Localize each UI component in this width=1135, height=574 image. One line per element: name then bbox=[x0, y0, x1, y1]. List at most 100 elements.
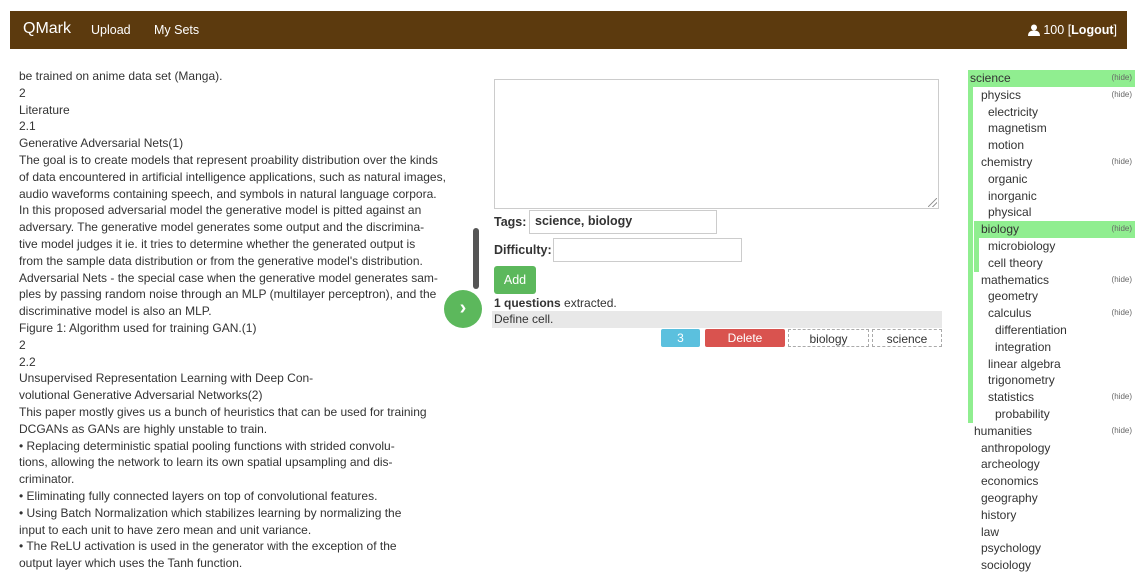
tree-item-label: physics bbox=[981, 87, 1022, 102]
tree-item-label: geography bbox=[981, 491, 1038, 505]
tree-item-law[interactable]: law bbox=[974, 524, 1135, 541]
tree-item-label: magnetism bbox=[988, 121, 1047, 136]
tree-item-humanities[interactable]: humanities (hide) bbox=[974, 423, 1135, 440]
document-line: criminator. bbox=[19, 472, 75, 487]
next-button[interactable]: › bbox=[444, 290, 482, 328]
tags-label: Tags: bbox=[494, 215, 527, 229]
tree-item-label: organic bbox=[988, 171, 1028, 186]
hide-toggle[interactable]: (hide) bbox=[1112, 154, 1132, 171]
tree-item-label: psychology bbox=[981, 541, 1042, 556]
tree-item-label: differentiation bbox=[995, 323, 1067, 337]
tree-item-label: motion bbox=[988, 138, 1025, 153]
document-line: tive model judges it ie. it tries to det… bbox=[19, 236, 416, 251]
tree-item-electricity[interactable]: electricity bbox=[974, 104, 1135, 121]
tree-item-biology[interactable]: biology (hide) bbox=[974, 221, 1135, 238]
tree-item-physical[interactable]: physical bbox=[974, 204, 1135, 221]
tree-item-economics[interactable]: economics bbox=[974, 473, 1135, 490]
tree-item-label: history bbox=[981, 507, 1017, 522]
logout-link[interactable]: Logout bbox=[1071, 23, 1113, 37]
tree-item-label: economics bbox=[981, 474, 1039, 489]
tree-item-linear-algebra[interactable]: linear algebra bbox=[974, 356, 1135, 373]
tag-science[interactable]: science bbox=[872, 329, 942, 347]
tree-item-label: statistics bbox=[988, 390, 1035, 405]
tree-item-label: physical bbox=[988, 205, 1032, 220]
tree-item-science[interactable]: science (hide) bbox=[968, 70, 1135, 87]
nav-upload-link[interactable]: Upload bbox=[91, 23, 131, 37]
document-line: • Eliminating fully connected layers on … bbox=[19, 488, 378, 503]
tree-item-differentiation[interactable]: differentiation bbox=[974, 322, 1135, 339]
question-textarea[interactable] bbox=[494, 79, 939, 209]
tree-item-label: inorganic bbox=[988, 188, 1037, 203]
tree-item-label: mathematics bbox=[981, 272, 1050, 287]
tree-item-chemistry[interactable]: chemistry (hide) bbox=[974, 154, 1135, 171]
document-line: be trained on anime data set (Manga). bbox=[19, 69, 223, 83]
tree-item-archeology[interactable]: archeology bbox=[974, 456, 1135, 473]
tree-item-physics[interactable]: physics (hide) bbox=[974, 87, 1135, 104]
hide-toggle[interactable]: (hide) bbox=[1112, 70, 1132, 87]
tree-item-history[interactable]: history bbox=[974, 507, 1135, 524]
nav-my-sets-link[interactable]: My Sets bbox=[154, 23, 199, 37]
tree-item-anthropology[interactable]: anthropology bbox=[974, 440, 1135, 457]
tree-item-label: science bbox=[970, 71, 1011, 85]
brand-link[interactable]: QMark bbox=[23, 20, 71, 38]
tag-biology[interactable]: biology bbox=[788, 329, 869, 347]
tree-item-label: chemistry bbox=[981, 155, 1033, 169]
user-points: 100 bbox=[1043, 23, 1065, 37]
document-line: In this proposed adversarial model the g… bbox=[19, 203, 422, 218]
document-line: audio waveforms containing speech, and s… bbox=[19, 186, 437, 201]
hide-toggle[interactable]: (hide) bbox=[1112, 272, 1132, 289]
user-info: 100 [Logout] bbox=[1028, 23, 1117, 39]
extracted-count: 1 questions bbox=[494, 296, 561, 310]
tree-item-psychology[interactable]: psychology bbox=[974, 540, 1135, 557]
difficulty-input[interactable] bbox=[553, 238, 742, 262]
difficulty-label: Difficulty: bbox=[494, 243, 552, 257]
tree-item-label: sociology bbox=[981, 558, 1032, 573]
hide-toggle[interactable]: (hide) bbox=[1112, 305, 1132, 322]
difficulty-badge[interactable]: 3 bbox=[661, 329, 700, 347]
tree-item-probability[interactable]: probability bbox=[974, 406, 1135, 423]
tree-item-statistics[interactable]: statistics (hide) bbox=[974, 389, 1135, 406]
document-line: Figure 1: Algorithm used for training GA… bbox=[19, 320, 257, 335]
document-line: The goal is to create models that repres… bbox=[19, 152, 438, 167]
tree-item-label: geometry bbox=[988, 289, 1039, 304]
hide-toggle[interactable]: (hide) bbox=[1112, 423, 1132, 440]
user-icon bbox=[1028, 24, 1041, 39]
tree-item-label: archeology bbox=[981, 457, 1040, 472]
hide-toggle[interactable]: (hide) bbox=[1112, 389, 1132, 406]
document-line: This paper mostly gives us a bunch of he… bbox=[19, 404, 427, 419]
tree-item-label: law bbox=[981, 524, 1000, 539]
extracted-suffix: extracted. bbox=[560, 296, 617, 310]
tree-item-organic[interactable]: organic bbox=[974, 171, 1135, 188]
tree-item-label: calculus bbox=[988, 306, 1032, 321]
tree-item-integration[interactable]: integration bbox=[974, 339, 1135, 356]
tree-item-mathematics[interactable]: mathematics (hide) bbox=[974, 272, 1135, 289]
document-line: 2.1 bbox=[19, 119, 36, 134]
document-line: output layer which uses the Tanh functio… bbox=[19, 556, 243, 571]
tree-item-geography[interactable]: geography bbox=[974, 490, 1135, 507]
document-line: volutional Generative Adversarial Networ… bbox=[19, 388, 263, 403]
tree-item-inorganic[interactable]: inorganic bbox=[974, 188, 1135, 205]
tree-item-geometry[interactable]: geometry bbox=[974, 288, 1135, 305]
tree-item-microbiology[interactable]: microbiology bbox=[974, 238, 1135, 255]
tree-item-cell-theory[interactable]: cell theory bbox=[974, 255, 1135, 272]
document-line: adversary. The generative model generate… bbox=[19, 220, 425, 235]
tree-item-trigonometry[interactable]: trigonometry bbox=[974, 372, 1135, 389]
tags-input[interactable]: science, biology bbox=[529, 210, 717, 234]
tree-item-label: biology bbox=[981, 222, 1020, 237]
document-line: from the sample data distribution or fro… bbox=[19, 253, 423, 268]
hide-toggle[interactable]: (hide) bbox=[1112, 87, 1132, 104]
resize-handle-icon[interactable] bbox=[928, 198, 937, 207]
question-row[interactable]: Define cell. bbox=[492, 311, 942, 328]
hide-toggle[interactable]: (hide) bbox=[1112, 221, 1132, 238]
tree-item-magnetism[interactable]: magnetism bbox=[974, 120, 1135, 137]
document-line: 2 bbox=[19, 85, 26, 100]
document-text: be trained on anime data set (Manga). 2 Li… bbox=[19, 68, 449, 572]
tree-item-motion[interactable]: motion bbox=[974, 137, 1135, 154]
delete-button[interactable]: Delete bbox=[705, 329, 785, 347]
tree-item-sociology[interactable]: sociology bbox=[974, 557, 1135, 574]
document-line: of data encountered in artificial intell… bbox=[19, 169, 446, 184]
scrollbar-thumb[interactable] bbox=[473, 228, 479, 289]
document-line: Generative Adversarial Nets(1) bbox=[19, 136, 184, 151]
add-button[interactable]: Add bbox=[494, 266, 536, 294]
tree-item-calculus[interactable]: calculus (hide) bbox=[974, 305, 1135, 322]
